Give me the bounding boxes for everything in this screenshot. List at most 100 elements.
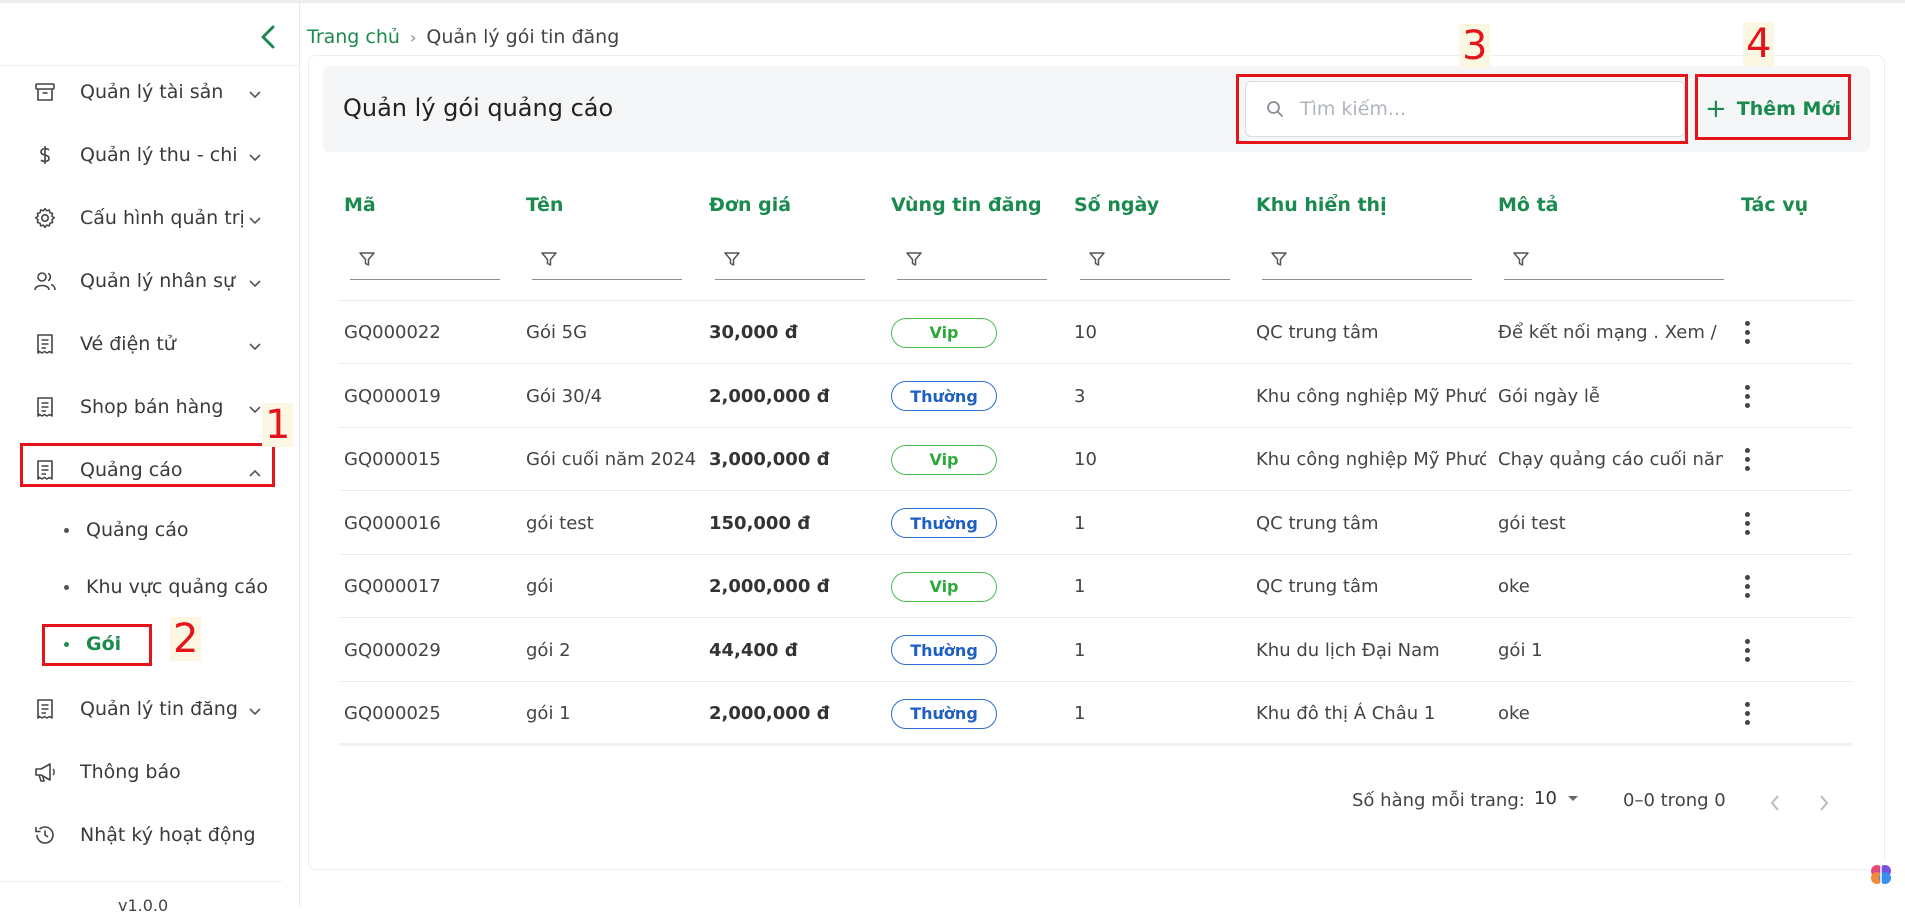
cell-name: Gói cuối năm 2024	[526, 449, 697, 470]
sidebar-item[interactable]: Quản lý tài sản	[20, 72, 275, 112]
cell-price: 30,000 đ	[709, 322, 798, 343]
region-badge: Thường	[891, 381, 997, 411]
region-badge: Vip	[891, 444, 997, 475]
sidebar-subitem[interactable]: Khu vực quảng cáo	[64, 570, 268, 604]
chevron-down-icon	[249, 336, 261, 355]
column-header[interactable]: Khu hiển thị	[1256, 194, 1387, 216]
filter-icon[interactable]	[540, 250, 558, 272]
cell-area: QC trung tâm	[1256, 576, 1379, 597]
next-page-button[interactable]	[1809, 788, 1839, 818]
table-row[interactable]: GQ000017 gói 2,000,000 đ Vip 1 QC trung tâm ok…	[339, 555, 1852, 618]
rows-per-page-value: 10	[1534, 788, 1557, 809]
breadcrumb: Trang chủ › Quản lý gói tin đăng	[307, 26, 619, 48]
column-header[interactable]: Mô tả	[1498, 194, 1558, 216]
table-row[interactable]: GQ000016 gói test 150,000 đ Thường 1 QC trung…	[339, 492, 1852, 555]
column-header[interactable]: Mã	[344, 194, 376, 216]
table-row[interactable]: GQ000029 gói 2 44,400 đ Thường 1 Khu du lịch …	[339, 619, 1852, 682]
filter-icon[interactable]	[1512, 250, 1530, 272]
region-cell: Thường	[891, 492, 1061, 555]
rows-per-page-select[interactable]: 10	[1534, 788, 1579, 809]
table-row[interactable]: GQ000022 Gói 5G 30,000 đ Vip 10 QC trung tâm Đ…	[339, 301, 1852, 364]
more-actions-icon[interactable]	[1735, 443, 1759, 477]
sidebar-item[interactable]: Shop bán hàng	[20, 387, 275, 427]
column-header[interactable]: Tác vụ	[1741, 194, 1808, 216]
sidebar-bottom-divider	[0, 881, 282, 882]
more-actions-icon[interactable]	[1735, 633, 1759, 667]
cell-price: 44,400 đ	[709, 639, 798, 661]
rows-per-page-label: Số hàng mỗi trang:	[1352, 790, 1525, 811]
cell-area: Khu đô thị Á Châu 1	[1256, 703, 1436, 724]
packages-table: Mã Tên Đơn giá Vùng tin đăng Số ngày Khu hiển…	[339, 180, 1852, 746]
cell-code: GQ000017	[344, 576, 441, 597]
cell-name: Gói 5G	[526, 322, 588, 343]
region-cell: Thường	[891, 682, 1061, 745]
sidebar-item-label: Thông báo	[80, 761, 181, 783]
filter-icon[interactable]	[358, 250, 376, 272]
cell-desc: oke	[1498, 703, 1530, 724]
cell-price: 3,000,000 đ	[709, 449, 830, 470]
cell-days: 1	[1074, 576, 1086, 597]
breadcrumb-home-link[interactable]: Trang chủ	[307, 26, 400, 48]
cell-name: gói 2	[526, 639, 571, 661]
assistant-brain-icon[interactable]	[1866, 859, 1896, 889]
cell-desc: Để kết nối mạng . Xem / lướt	[1498, 322, 1723, 343]
column-header[interactable]: Số ngày	[1074, 194, 1159, 216]
column-filter-input[interactable]	[715, 242, 865, 280]
chevron-left-icon	[1770, 795, 1779, 811]
column-filter-input[interactable]	[532, 242, 682, 280]
receipt-icon	[30, 694, 60, 724]
more-actions-icon[interactable]	[1735, 570, 1759, 604]
filter-icon[interactable]	[905, 250, 923, 272]
sidebar-item[interactable]: Cấu hình quản trị	[20, 198, 275, 238]
more-actions-icon[interactable]	[1735, 316, 1759, 350]
more-actions-icon[interactable]	[1735, 506, 1759, 540]
table-row[interactable]: GQ000025 gói 1 2,000,000 đ Thường 1 Khu đô th…	[339, 682, 1852, 745]
cell-area: Khu công nghiệp Mỹ Phước	[1256, 385, 1486, 407]
cell-area: Khu công nghiệp Mỹ Phước	[1256, 449, 1486, 470]
cell-code: GQ000029	[344, 639, 441, 661]
cell-desc: gói 1	[1498, 639, 1543, 661]
annotation-label-2: 2	[170, 617, 202, 661]
column-header[interactable]: Vùng tin đăng	[891, 194, 1042, 216]
column-filter-input[interactable]	[1504, 242, 1724, 280]
column-header[interactable]: Tên	[526, 194, 563, 216]
sidebar-item[interactable]: Nhật ký hoạt động	[20, 815, 275, 855]
filter-icon[interactable]	[1270, 250, 1288, 272]
column-filter-input[interactable]	[1262, 242, 1472, 280]
prev-page-button[interactable]	[1760, 788, 1790, 818]
sidebar-subitem-label: Quảng cáo	[86, 519, 189, 541]
actions-cell	[1735, 619, 1775, 682]
sidebar-item[interactable]: Quản lý nhân sự	[20, 261, 275, 301]
region-badge: Thường	[891, 698, 997, 729]
sidebar-item[interactable]: Quản lý tin đăng	[20, 689, 275, 729]
column-filter-input[interactable]	[897, 242, 1047, 280]
sidebar-item[interactable]: Thông báo	[20, 752, 275, 792]
chevron-down-icon	[249, 273, 261, 292]
filter-icon[interactable]	[1088, 250, 1106, 272]
table-row[interactable]: GQ000019 Gói 30/4 2,000,000 đ Thường 3 Khu cô…	[339, 365, 1852, 428]
actions-cell	[1735, 365, 1775, 428]
region-cell: Vip	[891, 301, 1061, 364]
annotation-box-3	[1236, 74, 1688, 144]
sidebar-item[interactable]: Quản lý thu - chi	[20, 135, 275, 175]
region-cell: Vip	[891, 428, 1061, 491]
sidebar-item-label: Quản lý tài sản	[80, 81, 224, 103]
sidebar-subitem[interactable]: Quảng cáo	[64, 513, 189, 547]
sidebar-item[interactable]: Vé điện tử	[20, 324, 275, 364]
table-row[interactable]: GQ000015 Gói cuối năm 2024 3,000,000 đ Vip 1…	[339, 428, 1852, 491]
more-actions-icon[interactable]	[1735, 697, 1759, 731]
cell-area: Khu du lịch Đại Nam	[1256, 639, 1440, 661]
column-header[interactable]: Đơn giá	[709, 194, 791, 216]
collapse-sidebar-button[interactable]	[256, 21, 280, 53]
column-filter-input[interactable]	[350, 242, 500, 280]
filter-icon[interactable]	[723, 250, 741, 272]
region-badge: Thường	[891, 508, 997, 538]
cell-code: GQ000019	[344, 385, 441, 407]
horizontal-scrollbar[interactable]: ◀ ▶	[339, 743, 1852, 746]
more-actions-icon[interactable]	[1735, 379, 1759, 413]
sidebar-item-label: Nhật ký hoạt động	[80, 824, 256, 846]
cell-code: GQ000025	[344, 703, 441, 724]
actions-cell	[1735, 301, 1775, 364]
column-filter-input[interactable]	[1080, 242, 1230, 280]
region-cell: Vip	[891, 555, 1061, 618]
